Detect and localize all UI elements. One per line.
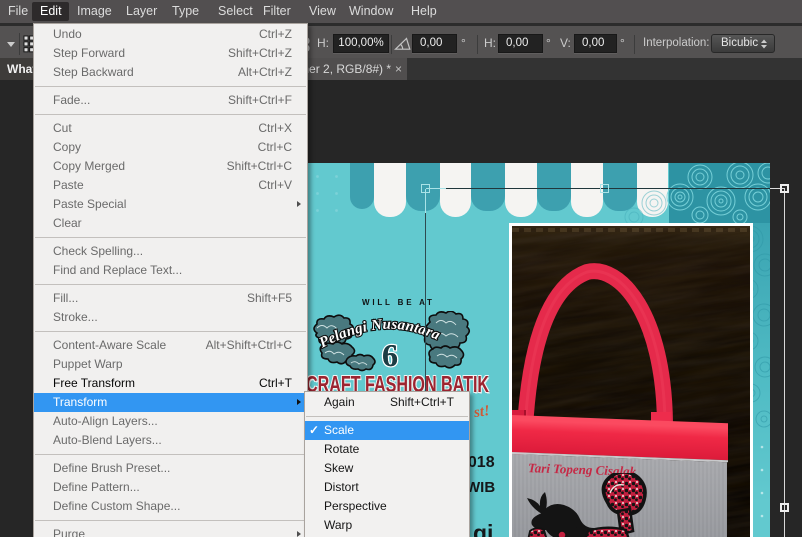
svg-text:6: 6 [382, 337, 398, 373]
